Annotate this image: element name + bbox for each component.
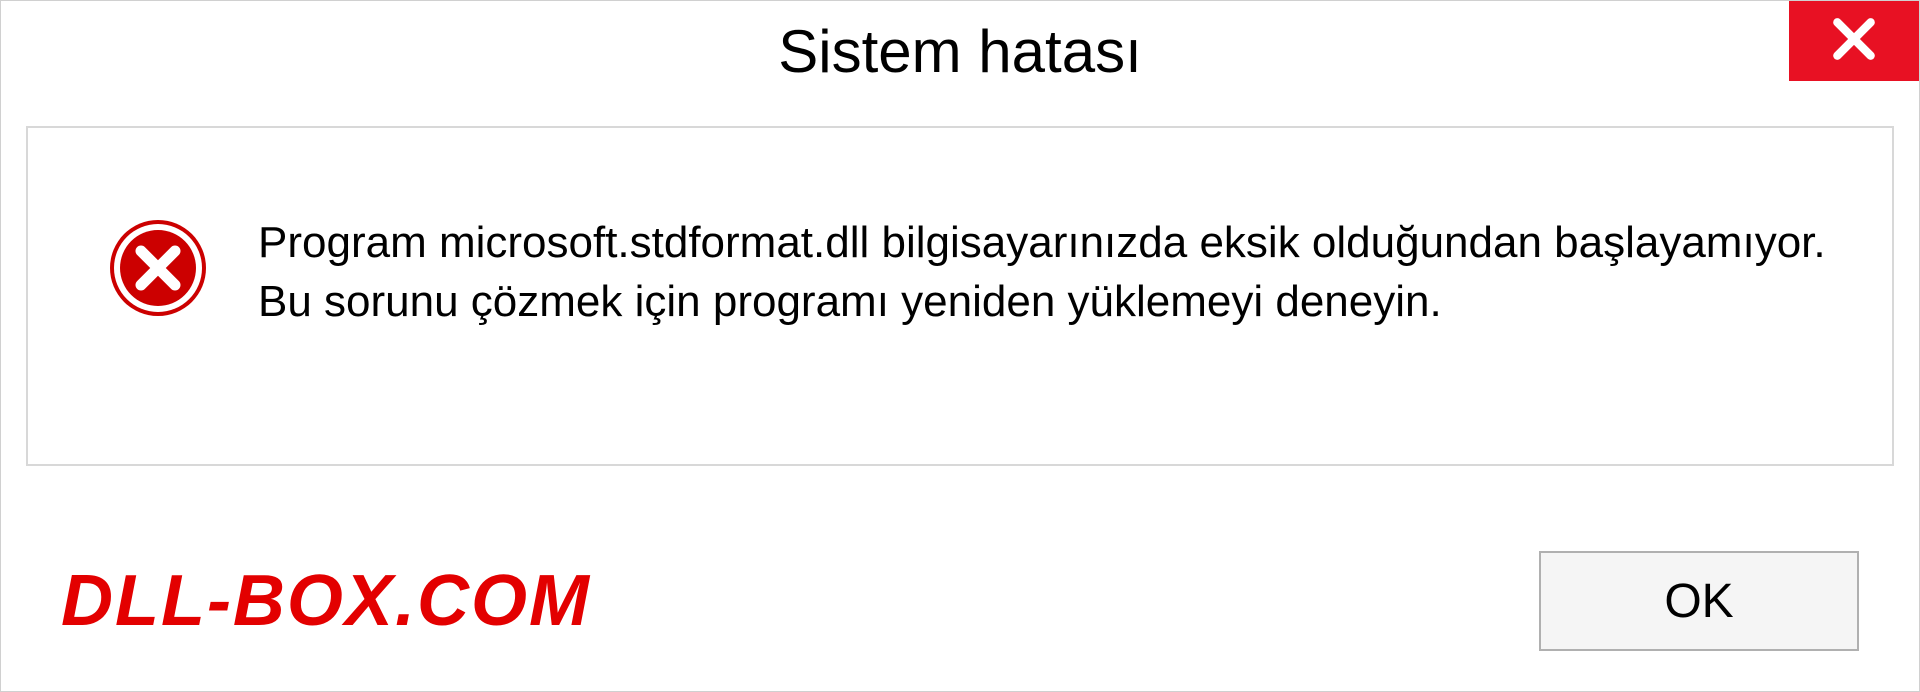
dialog-title: Sistem hatası [778,17,1142,86]
ok-button[interactable]: OK [1539,551,1859,651]
error-dialog: Sistem hatası Program microsoft.stdforma… [0,0,1920,692]
error-icon [108,218,208,318]
message-panel: Program microsoft.stdformat.dll bilgisay… [26,126,1894,466]
content-area: Program microsoft.stdformat.dll bilgisay… [1,101,1919,521]
dialog-footer: DLL-BOX.COM OK [1,521,1919,691]
watermark-text: DLL-BOX.COM [61,560,591,642]
titlebar: Sistem hatası [1,1,1919,101]
close-button[interactable] [1789,1,1919,81]
error-message: Program microsoft.stdformat.dll bilgisay… [258,208,1832,332]
close-icon [1829,14,1879,69]
